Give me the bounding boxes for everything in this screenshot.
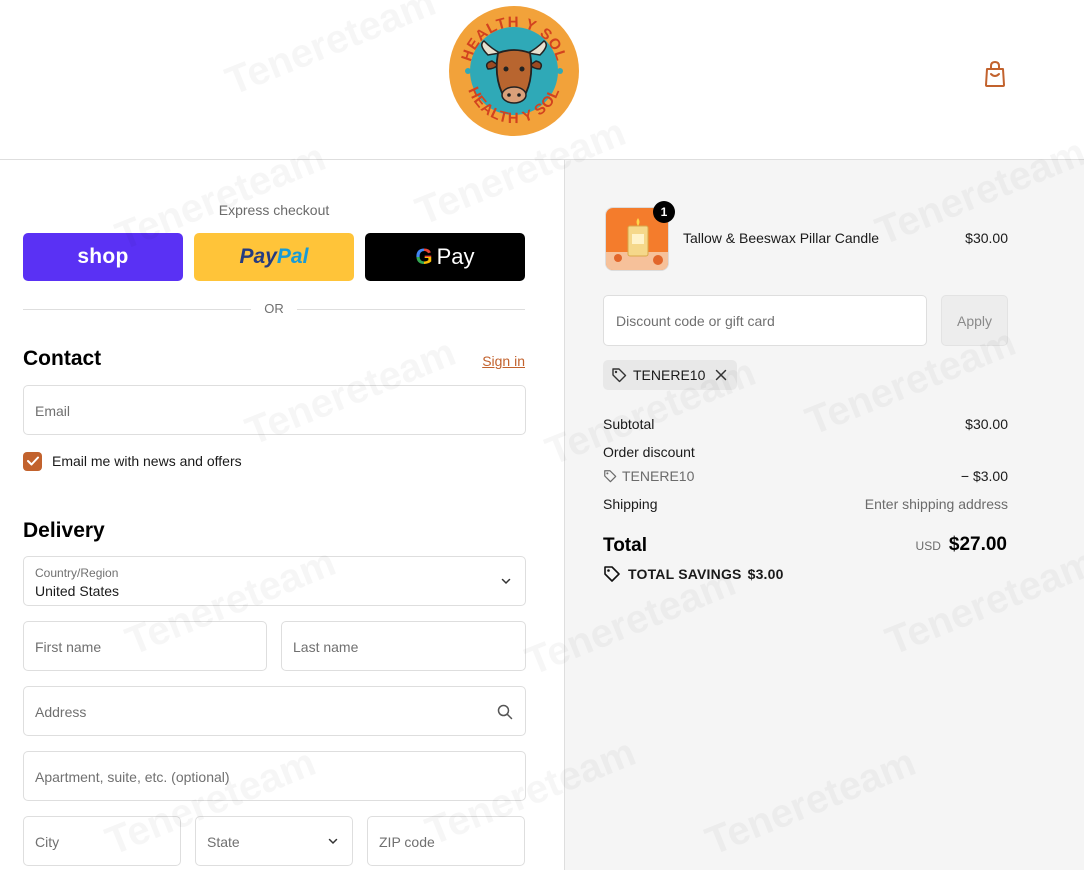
last-name-field[interactable]: Last name: [281, 621, 526, 671]
order-discount-label: Order discount: [603, 444, 695, 460]
country-value: United States: [35, 583, 120, 599]
product-price: $30.00: [965, 230, 1008, 246]
state-select[interactable]: State: [195, 816, 353, 866]
subtotal-value: $30.00: [965, 416, 1008, 432]
paypal-button[interactable]: Pay Pal: [194, 233, 354, 281]
order-discount-row: Order discount: [603, 444, 1008, 460]
close-icon[interactable]: [715, 369, 727, 381]
first-name-field[interactable]: First name: [23, 621, 267, 671]
total-savings: TOTAL SAVINGS $3.00: [603, 565, 784, 583]
chevron-down-icon: [328, 838, 338, 845]
discount-placeholder: Discount code or gift card: [616, 313, 775, 329]
shopping-bag-icon[interactable]: [982, 60, 1008, 88]
search-icon[interactable]: [497, 704, 513, 720]
applied-code-text: TENERE10: [633, 367, 706, 383]
checkout-form: Express checkout shop Pay Pal G Pay OR Co…: [0, 160, 564, 870]
email-field[interactable]: Email: [23, 385, 526, 435]
discount-code-input[interactable]: Discount code or gift card: [603, 295, 927, 346]
currency-code: USD: [915, 539, 941, 553]
country-select[interactable]: Country/Region United States: [23, 556, 526, 606]
zip-placeholder: ZIP code: [379, 834, 435, 850]
savings-value: $3.00: [747, 566, 784, 582]
paypal-label-part2: Pal: [276, 245, 309, 268]
address-field[interactable]: Address: [23, 686, 526, 736]
chevron-down-icon: [501, 578, 511, 585]
applied-discount-tag: TENERE10: [603, 360, 738, 390]
total-value: $27.00: [948, 534, 1007, 555]
divider-line: [297, 309, 525, 310]
discount-value: − $3.00: [960, 468, 1008, 484]
total-amount: USD $27.00: [916, 534, 1007, 556]
delivery-title: Delivery: [23, 519, 105, 542]
quantity-badge: 1: [653, 201, 675, 223]
newsletter-option[interactable]: Email me with news and offers: [23, 451, 242, 471]
tag-icon: [612, 368, 627, 383]
order-summary: 1 Tallow & Beeswax Pillar Candle $30.00 …: [564, 160, 1084, 870]
checkmark-icon: [26, 456, 39, 466]
shipping-row: Shipping Enter shipping address: [603, 496, 1008, 512]
address-placeholder: Address: [35, 704, 87, 720]
subtotal-label: Subtotal: [603, 416, 655, 432]
contact-title: Contact: [23, 347, 102, 370]
discount-code-row: TENERE10 − $3.00: [603, 468, 1008, 484]
savings-label: TOTAL SAVINGS: [628, 566, 742, 582]
savings-tag-icon: [604, 566, 620, 582]
apartment-field[interactable]: Apartment, suite, etc. (optional): [23, 751, 526, 801]
zip-field[interactable]: ZIP code: [367, 816, 525, 866]
last-name-placeholder: Last name: [293, 639, 359, 655]
apply-discount-button[interactable]: Apply: [941, 295, 1008, 346]
city-placeholder: City: [35, 834, 60, 850]
shop-pay-button[interactable]: shop: [23, 233, 183, 281]
apartment-placeholder: Apartment, suite, etc. (optional): [35, 769, 230, 785]
discount-code-name: TENERE10: [622, 468, 695, 484]
email-placeholder: Email: [35, 403, 71, 419]
city-field[interactable]: City: [23, 816, 181, 866]
google-pay-label: Pay: [436, 244, 475, 269]
or-divider: OR: [23, 301, 525, 317]
sign-in-link[interactable]: Sign in: [470, 353, 525, 369]
google-g-icon: G: [415, 244, 433, 269]
state-placeholder: State: [207, 834, 240, 850]
shipping-value: Enter shipping address: [864, 496, 1008, 512]
tag-icon: [604, 470, 617, 483]
newsletter-checkbox[interactable]: [23, 451, 42, 471]
total-label: Total: [603, 535, 647, 556]
country-label: Country/Region: [35, 566, 119, 580]
first-name-placeholder: First name: [35, 639, 102, 655]
brand-logo[interactable]: HEALTH Y SOL HEALTH Y SOL: [448, 5, 580, 137]
express-checkout-label: Express checkout: [218, 202, 330, 218]
site-header: HEALTH Y SOL HEALTH Y SOL: [0, 0, 1084, 160]
shop-pay-label: shop: [77, 245, 129, 268]
google-pay-button[interactable]: G Pay: [365, 233, 525, 281]
paypal-label-part1: Pay: [239, 245, 277, 268]
product-name: Tallow & Beeswax Pillar Candle: [683, 230, 880, 246]
shipping-label: Shipping: [603, 496, 658, 512]
subtotal-row: Subtotal $30.00: [603, 416, 1008, 432]
newsletter-label: Email me with news and offers: [52, 453, 242, 469]
